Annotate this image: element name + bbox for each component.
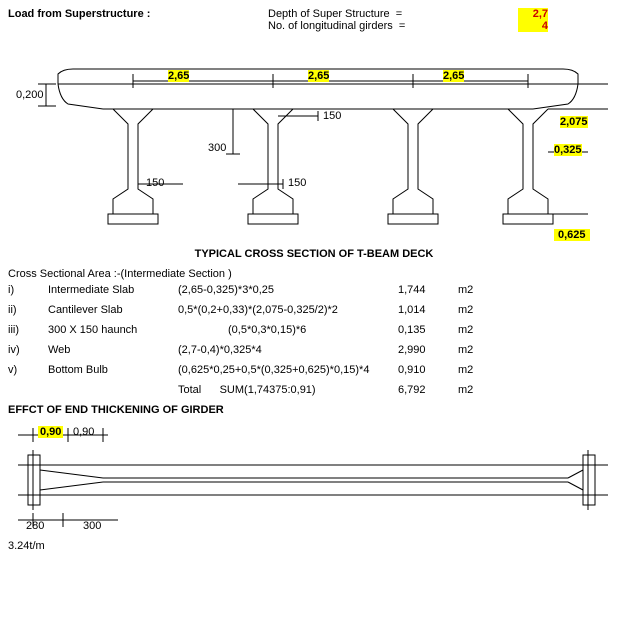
calc-name: Web [48,344,178,356]
dim-span3: 2,65 [443,70,464,82]
calc-name: Intermediate Slab [48,284,178,296]
dim-150a: 150 [323,110,341,122]
calc-val: 0,910 [398,364,458,376]
calc-form: (2,65-0,325)*3*0,25 [178,284,398,296]
dim-090a: 0,90 [38,426,63,438]
calc-i: iii) [8,324,48,336]
calc-unit: m2 [458,364,498,376]
dim-right3: 0,625 [554,229,590,241]
header-title: Load from Superstructure : [8,8,150,20]
dim-right1: 2,075 [560,116,588,128]
value-girders: 4 [518,20,548,32]
calc-i: i) [8,284,48,296]
dim-right2: 0,325 [554,144,582,156]
effect-title: EFFCT OF END THICKENING OF GIRDER [8,404,620,416]
girder-plan-diagram: 0,90 0,90 280 300 [8,420,620,540]
calc-row-total: Total SUM(1,74375:0,91) 6,792 m2 [8,384,620,396]
calc-form: (2,7-0,4)*0,325*4 [178,344,398,356]
calc-row: iv) Web (2,7-0,4)*0,325*4 2,990 m2 [8,344,620,356]
calc-form: (0,5*0,3*0,15)*6 [178,324,398,336]
dim-span1: 2,65 [168,70,189,82]
calc-row: ii) Cantilever Slab 0,5*(0,2+0,33)*(2,07… [8,304,620,316]
calc-unit: m2 [458,284,498,296]
calc-row: i) Intermediate Slab (2,65-0,325)*3*0,25… [8,284,620,296]
dim-280: 280 [26,520,44,532]
dim-150b: 150 [288,177,306,189]
calc-i: ii) [8,304,48,316]
calc-form: 0,5*(0,2+0,33)*(2,075-0,325/2)*2 [178,304,398,316]
calc-i: v) [8,364,48,376]
calc-unit: m2 [458,304,498,316]
label-girders: No. of longitudinal girders = [268,20,468,32]
dim-150c: 150 [146,177,164,189]
calc-name: Bottom Bulb [48,364,178,376]
calc-val: 2,990 [398,344,458,356]
calc-val: 1,014 [398,304,458,316]
total-val: 6,792 [398,384,458,396]
dim-left-edge: 0,200 [16,89,44,101]
calc-i: iv) [8,344,48,356]
total-unit: m2 [458,384,498,396]
calc-row: iii) 300 X 150 haunch (0,5*0,3*0,15)*6 0… [8,324,620,336]
label-depth: Depth of Super Structure = [268,8,468,20]
calc-name: 300 X 150 haunch [48,324,178,336]
dim-300: 300 [208,142,226,154]
calcs-title: Cross Sectional Area :-(Intermediate Sec… [8,268,620,280]
calc-form: (0,625*0,25+0,5*(0,325+0,625)*0,15)*4 [178,364,398,376]
header-block: Load from Superstructure : Depth of Supe… [8,8,620,32]
cross-section-diagram: 2,65 2,65 2,65 0,200 300 150 150 150 2,0… [8,44,620,244]
calc-unit: m2 [458,324,498,336]
dim-span2: 2,65 [308,70,329,82]
total-form: SUM(1,74375:0,91) [220,384,316,396]
load-value: 3.24t/m [8,540,620,552]
calc-row: v) Bottom Bulb (0,625*0,25+0,5*(0,325+0,… [8,364,620,376]
value-depth: 2,7 [518,8,548,20]
calc-val: 1,744 [398,284,458,296]
cross-section-title: TYPICAL CROSS SECTION OF T-BEAM DECK [8,248,620,260]
calc-val: 0,135 [398,324,458,336]
dim-090b: 0,90 [73,426,94,438]
total-label: Total [178,384,201,396]
calc-unit: m2 [458,344,498,356]
dim-300: 300 [83,520,101,532]
calc-name: Cantilever Slab [48,304,178,316]
